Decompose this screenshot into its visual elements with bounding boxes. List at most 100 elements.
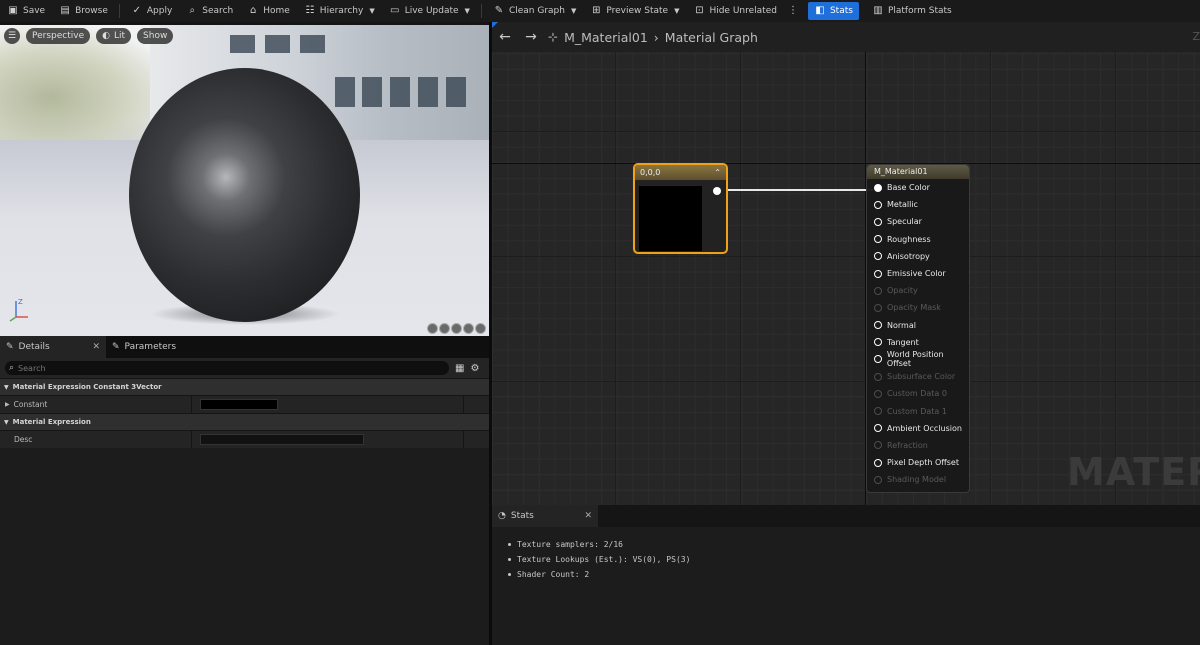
- preview-state-button[interactable]: ⊞ Preview State ▼: [583, 0, 686, 22]
- details-search-input[interactable]: [18, 363, 439, 373]
- hierarchy-button[interactable]: ☷ Hierarchy ▼: [297, 0, 382, 22]
- toolbar-divider: [480, 4, 482, 18]
- apply-icon: ✓: [132, 5, 142, 16]
- input-pin-icon[interactable]: [874, 217, 882, 226]
- material-pin-row[interactable]: Ambient Occlusion: [867, 420, 969, 437]
- input-pin-icon[interactable]: [874, 389, 882, 398]
- search-icon: ⌕: [189, 5, 196, 16]
- building-window: [446, 77, 466, 107]
- lit-button[interactable]: ◐ Lit: [96, 28, 132, 44]
- back-arrow-icon[interactable]: ←: [492, 29, 518, 45]
- input-pin-icon[interactable]: [874, 269, 882, 278]
- search-button[interactable]: ⌕ Search: [179, 0, 240, 22]
- clean-graph-button[interactable]: ✎ Clean Graph ▼: [486, 0, 583, 22]
- forward-arrow-icon[interactable]: →: [518, 29, 544, 45]
- pin-label: Opacity: [887, 286, 918, 296]
- material-pin-row[interactable]: Normal: [867, 317, 969, 334]
- material-pin-row[interactable]: Base Color: [867, 179, 969, 196]
- constant-color-swatch[interactable]: [200, 399, 278, 410]
- tab-details[interactable]: ✎ Details ✕: [0, 336, 106, 358]
- material-pin-row[interactable]: Shading Model: [867, 471, 969, 488]
- graph-breadcrumb-bar: ← → ⊹ M_Material01 › Material Graph Z: [492, 22, 1200, 52]
- material-pin-row[interactable]: Pixel Depth Offset: [867, 454, 969, 471]
- perspective-button[interactable]: Perspective: [26, 28, 91, 44]
- close-icon[interactable]: ✕: [92, 342, 100, 352]
- show-button[interactable]: Show: [137, 28, 174, 44]
- preview-viewport[interactable]: ☰ Perspective ◐ Lit Show Z: [0, 25, 489, 336]
- axis-gizmo-icon: Z: [9, 298, 28, 322]
- connection-wire: [724, 189, 873, 191]
- chevron-right-icon[interactable]: ▶: [5, 401, 10, 408]
- material-pin-row[interactable]: World Position Offset: [867, 350, 969, 369]
- live-update-button[interactable]: ▭ Live Update ▼: [382, 0, 477, 22]
- category-material-expression-constant-3vector[interactable]: ▼ Material Expression Constant 3Vector: [0, 378, 489, 395]
- material-pin-row[interactable]: Emissive Color: [867, 265, 969, 282]
- toolbar-more-button[interactable]: ⋮: [784, 0, 802, 22]
- home-button[interactable]: ⌂ Home: [240, 0, 297, 22]
- input-pin-icon[interactable]: [874, 424, 882, 433]
- apply-button[interactable]: ✓ Apply: [124, 0, 179, 22]
- corner-indicator: [492, 22, 498, 28]
- input-pin-icon[interactable]: [874, 321, 882, 330]
- material-graph-canvas[interactable]: ← → ⊹ M_Material01 › Material Graph Z 0,…: [492, 22, 1200, 505]
- material-pin-row[interactable]: Roughness: [867, 231, 969, 248]
- tab-stats[interactable]: ◔ Stats ✕: [492, 505, 598, 527]
- input-pin-icon[interactable]: [874, 286, 882, 295]
- property-desc: Desc: [0, 430, 489, 448]
- viewport-menu-button[interactable]: ☰: [4, 28, 20, 44]
- category-material-expression[interactable]: ▼ Material Expression: [0, 413, 489, 430]
- input-pin-icon[interactable]: [874, 355, 882, 364]
- input-pin-icon[interactable]: [874, 475, 882, 484]
- pin-label: Metallic: [887, 200, 918, 210]
- chevron-down-icon: ▼: [4, 418, 9, 426]
- details-search-box: ⌕: [5, 361, 449, 375]
- building-window: [418, 77, 438, 107]
- input-pin-icon[interactable]: [874, 407, 882, 416]
- material-pin-row[interactable]: Custom Data 0: [867, 385, 969, 402]
- material-pin-row[interactable]: Specular: [867, 213, 969, 230]
- breadcrumb-graph[interactable]: Material Graph: [665, 30, 758, 45]
- input-pin-icon[interactable]: [874, 372, 882, 381]
- material-pin-row[interactable]: Subsurface Color: [867, 368, 969, 385]
- output-pin[interactable]: [713, 187, 721, 195]
- input-pin-icon[interactable]: [874, 235, 882, 244]
- material-result-node[interactable]: M_Material01 Base Color Metallic Specular R…: [866, 164, 970, 493]
- hide-unrelated-button[interactable]: ⊡ Hide Unrelated: [686, 0, 784, 22]
- input-pin-icon[interactable]: [874, 303, 882, 312]
- input-pin-icon[interactable]: [874, 252, 882, 261]
- platform-stats-button[interactable]: ▥ Platform Stats: [865, 0, 959, 22]
- chevron-down-icon: ▼: [674, 7, 680, 15]
- cylinder-shape-icon[interactable]: [427, 323, 438, 334]
- sphere-shape-icon[interactable]: [439, 323, 450, 334]
- pin-label: Ambient Occlusion: [887, 423, 962, 433]
- plane-shape-icon[interactable]: [451, 323, 462, 334]
- grid-view-icon[interactable]: ▦: [455, 363, 464, 374]
- custom-mesh-icon[interactable]: [475, 323, 486, 334]
- material-pin-row[interactable]: Tangent: [867, 334, 969, 351]
- desc-input[interactable]: [200, 434, 364, 445]
- collapse-icon[interactable]: ⌃: [714, 168, 721, 177]
- input-pin-icon[interactable]: [874, 458, 882, 467]
- save-button[interactable]: ▣ Save: [0, 0, 52, 22]
- input-pin-icon[interactable]: [874, 200, 882, 209]
- close-icon[interactable]: ✕: [584, 511, 592, 521]
- constant3vector-node[interactable]: 0,0,0 ⌃: [633, 163, 728, 254]
- material-pin-row[interactable]: Custom Data 1: [867, 402, 969, 419]
- stats-button[interactable]: ◧ Stats: [807, 2, 859, 20]
- input-pin-icon[interactable]: [874, 338, 882, 347]
- pin-label: World Position Offset: [886, 350, 944, 369]
- stats-list: Texture samplers: 2/16 Texture Lookups (…: [492, 527, 1200, 582]
- input-pin-icon[interactable]: [874, 441, 882, 450]
- material-pin-row[interactable]: Metallic: [867, 196, 969, 213]
- breadcrumb-asset[interactable]: M_Material01: [564, 30, 648, 45]
- material-pin-row[interactable]: Opacity: [867, 282, 969, 299]
- material-pin-row[interactable]: Opacity Mask: [867, 299, 969, 316]
- tab-parameters[interactable]: ✎ Parameters: [106, 336, 212, 358]
- browse-button[interactable]: ▤ Browse: [52, 0, 115, 22]
- property-constant: ▶ Constant: [0, 395, 489, 413]
- input-pin-icon[interactable]: [874, 183, 882, 192]
- material-pin-row[interactable]: Anisotropy: [867, 248, 969, 265]
- gear-icon[interactable]: ⚙: [470, 363, 479, 374]
- cube-shape-icon[interactable]: [463, 323, 474, 334]
- material-pin-row[interactable]: Refraction: [867, 437, 969, 454]
